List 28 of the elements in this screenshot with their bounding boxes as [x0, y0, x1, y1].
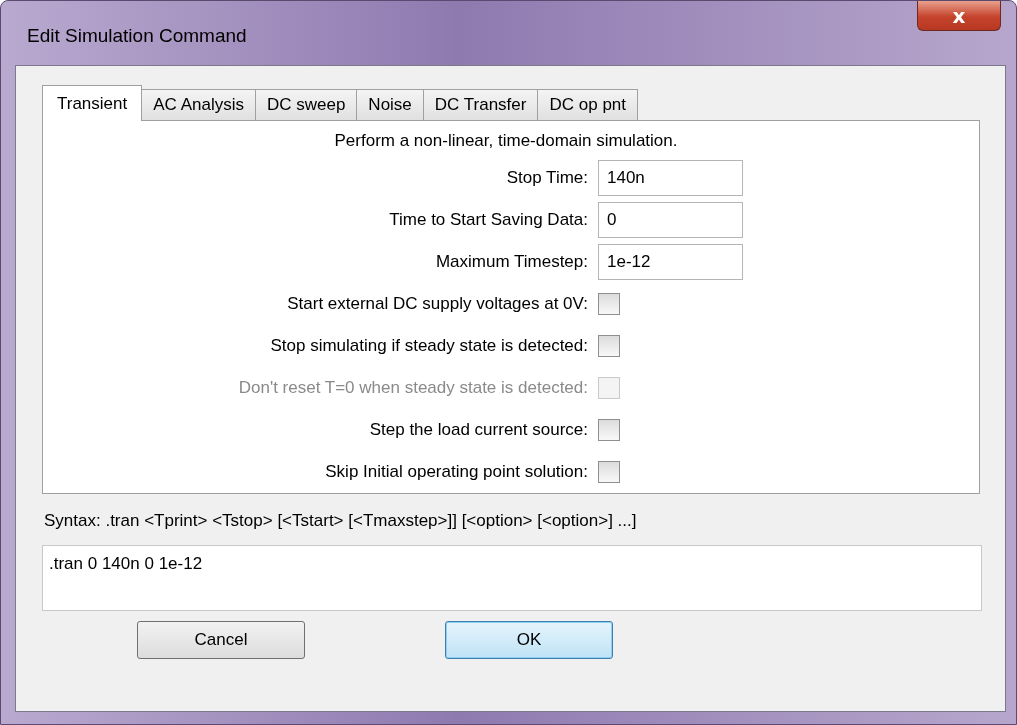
- checkbox-label: Stop simulating if steady state is detected:: [269, 335, 588, 357]
- field-label: Stop Time:: [505, 168, 588, 188]
- tab[interactable]: DC Transfer: [422, 89, 539, 120]
- checkbox-label: Skip Initial operating point solution:: [324, 461, 588, 483]
- command-field[interactable]: .tran 0 140n 0 1e-12: [42, 545, 982, 611]
- tab[interactable]: DC op pnt: [537, 89, 638, 120]
- input-field[interactable]: 140n: [598, 160, 743, 196]
- tab[interactable]: AC Analysis: [141, 89, 256, 120]
- syntax-text: Syntax: .tran <Tprint> <Tstop> [<Tstart> [<Tmaxstep>]] [<option> [<option>] ...]: [44, 511, 638, 532]
- field-label: Time to Start Saving Data:: [388, 210, 588, 230]
- checkbox-label: Step the load current source:: [368, 419, 588, 441]
- tab[interactable]: Noise: [356, 89, 424, 120]
- checkbox-label: Don't reset T=0 when steady state is detected:: [237, 377, 588, 399]
- input-field[interactable]: 1e-12: [598, 244, 743, 280]
- checkbox[interactable]: [598, 461, 620, 483]
- input-field[interactable]: 0: [598, 202, 743, 238]
- checkbox[interactable]: [598, 419, 620, 441]
- checkbox-label: Start external DC supply voltages at 0V:: [286, 293, 588, 315]
- checkbox[interactable]: [598, 293, 620, 315]
- window-title: Edit Simulation Command: [27, 25, 247, 47]
- checkbox[interactable]: [598, 335, 620, 357]
- close-button[interactable]: x: [917, 1, 1001, 31]
- description-text: Perform a non-linear, time-domain simulation.: [333, 131, 679, 152]
- dialog-button[interactable]: Cancel: [137, 621, 305, 659]
- tab[interactable]: Transient: [42, 85, 143, 121]
- dialog-button[interactable]: OK: [445, 621, 613, 659]
- tab[interactable]: DC sweep: [254, 89, 358, 120]
- field-label: Maximum Timestep:: [434, 252, 588, 272]
